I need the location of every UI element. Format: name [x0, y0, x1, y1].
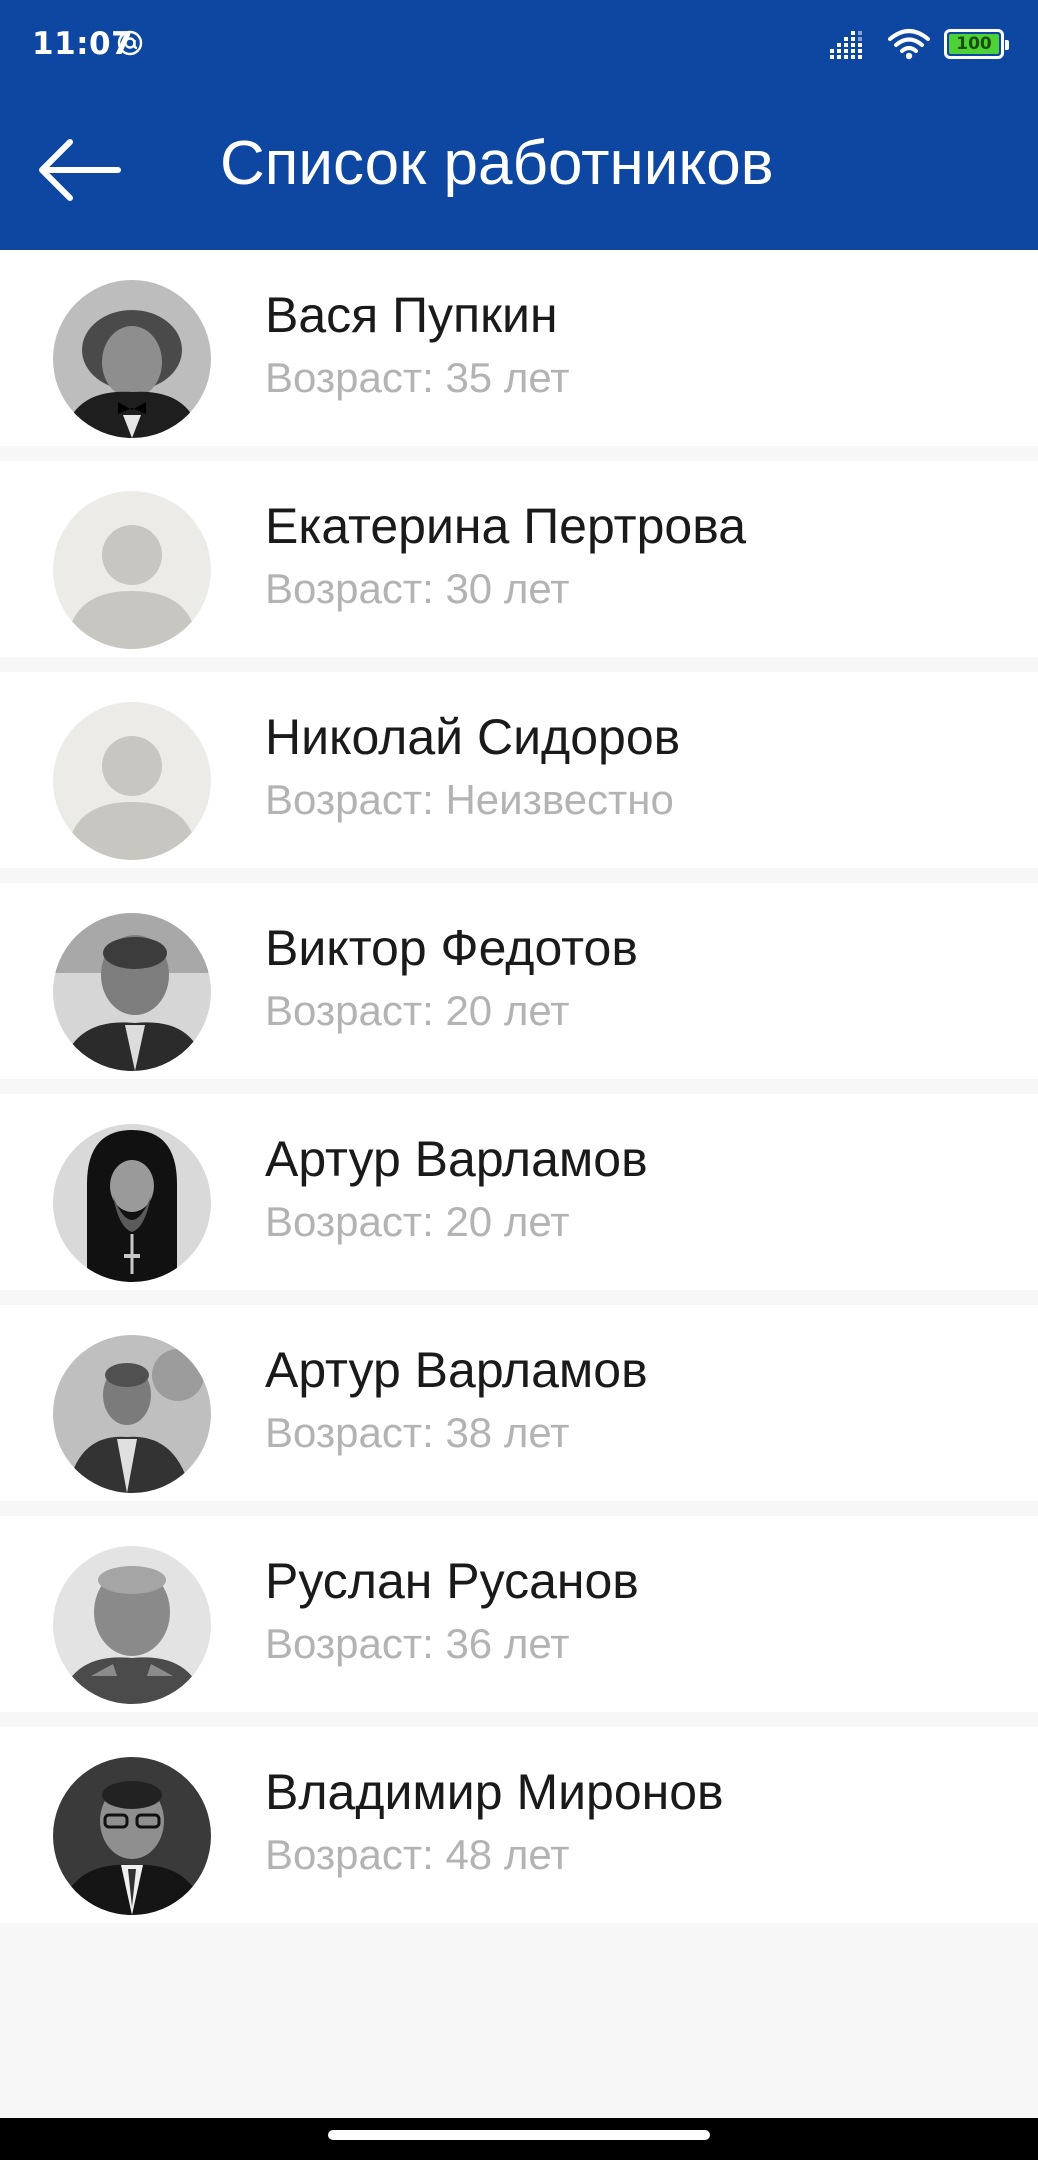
- avatar-placeholder-icon: [53, 702, 211, 860]
- avatar: [53, 280, 211, 438]
- status-bar: 11:07 100: [0, 0, 1038, 92]
- list-item[interactable]: Руслан Русанов Возраст: 36 лет: [0, 1516, 1038, 1712]
- employee-name: Владимир Миронов: [265, 1764, 724, 1820]
- employee-name: Вася Пупкин: [265, 287, 558, 343]
- employee-name: Руслан Русанов: [265, 1553, 639, 1609]
- list-item[interactable]: Виктор Федотов Возраст: 20 лет: [0, 883, 1038, 1079]
- list-item[interactable]: Николай Сидоров Возраст: Неизвестно: [0, 672, 1038, 868]
- employee-age: Возраст: 38 лет: [265, 1409, 570, 1456]
- battery-level: 100: [956, 34, 992, 54]
- employee-age: Возраст: 20 лет: [265, 1198, 570, 1245]
- avatar: [53, 1124, 211, 1282]
- battery-icon: 100: [944, 29, 1009, 59]
- list-item[interactable]: Вася Пупкин Возраст: 35 лет: [0, 250, 1038, 446]
- avatar: [53, 1335, 211, 1493]
- avatar: [53, 913, 211, 1071]
- employee-name: Артур Варламов: [265, 1342, 648, 1398]
- battery-tip: [1005, 40, 1009, 50]
- employee-age: Возраст: 36 лет: [265, 1620, 570, 1667]
- avatar-placeholder-icon: [53, 491, 211, 649]
- avatar: [53, 1757, 211, 1915]
- home-indicator[interactable]: [328, 2130, 710, 2140]
- at-sign-icon: [117, 30, 143, 56]
- employee-name: Артур Варламов: [265, 1131, 648, 1187]
- status-icons: 100: [830, 28, 1009, 60]
- employee-age: Возраст: 30 лет: [265, 565, 570, 612]
- list-item[interactable]: Артур Варламов Возраст: 38 лет: [0, 1305, 1038, 1501]
- employee-name: Виктор Федотов: [265, 920, 638, 976]
- app-bar: Список работников: [0, 92, 1038, 250]
- back-button[interactable]: [36, 130, 146, 210]
- employee-age: Возраст: 48 лет: [265, 1831, 570, 1878]
- arrow-left-icon: [39, 139, 121, 201]
- avatar: [53, 1546, 211, 1704]
- employee-age: Возраст: 20 лет: [265, 987, 570, 1034]
- wifi-icon: [888, 29, 930, 60]
- employee-name: Николай Сидоров: [265, 709, 681, 765]
- employee-age: Возраст: 35 лет: [265, 354, 570, 401]
- list-item[interactable]: Владимир Миронов Возраст: 48 лет: [0, 1727, 1038, 1923]
- page-title: Список работников: [220, 129, 774, 198]
- list-item[interactable]: Екатерина Пертрова Возраст: 30 лет: [0, 461, 1038, 657]
- list-item[interactable]: Артур Варламов Возраст: 20 лет: [0, 1094, 1038, 1290]
- employee-name: Екатерина Пертрова: [265, 498, 747, 554]
- navigation-bar: [0, 2118, 1038, 2160]
- signal-icon: [830, 31, 862, 59]
- employee-age: Возраст: Неизвестно: [265, 776, 674, 823]
